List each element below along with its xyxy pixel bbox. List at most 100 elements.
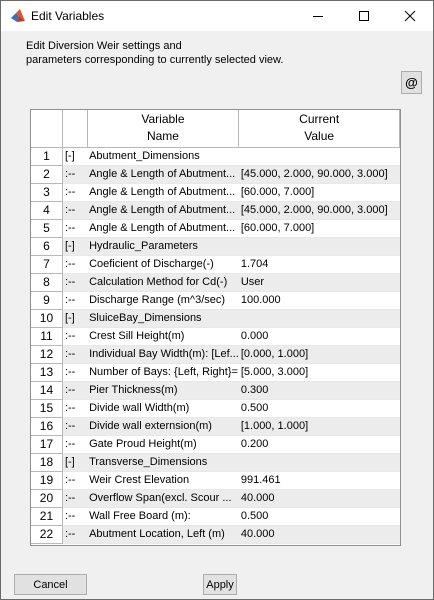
cancel-button[interactable]: Cancel <box>14 574 87 595</box>
tree-toggle[interactable]: :-- <box>62 471 88 490</box>
variable-name-cell: Divide wall externsion(m) <box>87 417 239 436</box>
value-cell[interactable]: 0.000 <box>238 327 400 346</box>
close-button[interactable] <box>387 1 433 31</box>
value-cell[interactable] <box>238 147 400 166</box>
table-row[interactable]: 11:-- Crest Sill Height(m) 0.000 <box>31 327 400 346</box>
window-title: Edit Variables <box>31 9 105 23</box>
tree-toggle[interactable]: :-- <box>62 165 88 184</box>
table-row[interactable]: 2:-- Angle & Length of Abutment... [45.000… <box>31 165 400 184</box>
variable-name-cell: SluiceBay_Dimensions <box>87 309 239 328</box>
table-row[interactable]: 9:-- Discharge Range (m^3/sec) 100.000 <box>31 291 400 310</box>
tree-toggle[interactable]: :-- <box>62 381 88 400</box>
tree-toggle[interactable]: [-] <box>62 147 88 166</box>
tree-toggle[interactable]: :-- <box>62 291 88 310</box>
maximize-button[interactable] <box>341 1 387 31</box>
table-row[interactable]: 17:-- Gate Proud Height(m) 0.200 <box>31 435 400 454</box>
table-row[interactable]: 6 [-] Hydraulic_Parameters <box>31 237 400 256</box>
row-number: 6 <box>31 237 63 256</box>
variable-name-header[interactable]: Variable Name <box>87 110 240 148</box>
value-cell[interactable]: User <box>238 273 400 292</box>
value-cell[interactable] <box>238 453 400 472</box>
tree-toggle[interactable]: :-- <box>62 417 88 436</box>
table-row[interactable]: 14:-- Pier Thickness(m) 0.300 <box>31 381 400 400</box>
value-cell[interactable] <box>238 237 400 256</box>
row-number: 14 <box>31 381 63 400</box>
value-cell[interactable]: 40.000 <box>238 489 400 508</box>
tree-toggle[interactable]: :-- <box>62 399 88 418</box>
at-button[interactable]: @ <box>401 71 422 94</box>
table-row[interactable]: 20:-- Overflow Span(excl. Scour ... 40.000 <box>31 489 400 508</box>
tree-toggle[interactable]: :-- <box>62 273 88 292</box>
table-body: 1 [-] Abutment_Dimensions 2:-- Angle & Lengt… <box>31 147 400 544</box>
tree-toggle[interactable]: [-] <box>62 309 88 328</box>
table-row[interactable]: 7:-- Coeficient of Discharge(-) 1.704 <box>31 255 400 274</box>
table-row[interactable]: 21:-- Wall Free Board (m): 0.500 <box>31 507 400 526</box>
tree-toggle[interactable]: :-- <box>62 363 88 382</box>
table-header: Variable Name Current Value <box>31 110 400 148</box>
row-number: 19 <box>31 471 63 490</box>
close-icon <box>404 10 416 22</box>
description-text: Edit Diversion Weir settings and paramet… <box>26 40 284 66</box>
row-number: 16 <box>31 417 63 436</box>
table-row[interactable]: 1 [-] Abutment_Dimensions <box>31 147 400 166</box>
table-row[interactable]: 5:-- Angle & Length of Abutment... [60.000… <box>31 219 400 238</box>
tree-toggle[interactable]: :-- <box>62 219 88 238</box>
variable-name-cell: Angle & Length of Abutment... <box>87 219 239 238</box>
variable-name-cell: Number of Bays: {Left, Right}= <box>87 363 239 382</box>
value-cell[interactable]: [45.000, 2.000, 90.000, 3.000] <box>238 201 400 220</box>
table-row[interactable]: 8:-- Calculation Method for Cd(-) User <box>31 273 400 292</box>
row-number: 18 <box>31 453 63 472</box>
tree-toggle[interactable]: :-- <box>62 327 88 346</box>
table-row[interactable]: 16:-- Divide wall externsion(m) [1.000, 1.… <box>31 417 400 436</box>
table-row[interactable]: 4:-- Angle & Length of Abutment... [45.000… <box>31 201 400 220</box>
tree-toggle[interactable]: :-- <box>62 507 88 526</box>
apply-button[interactable]: Apply <box>203 574 237 595</box>
variables-table[interactable]: Variable Name Current Value 1 [-] Abutment_D… <box>30 109 401 546</box>
tree-toggle[interactable]: :-- <box>62 183 88 202</box>
table-row[interactable]: 12:-- Individual Bay Width(m): [Lef... [0.… <box>31 345 400 364</box>
value-cell[interactable]: [5.000, 3.000] <box>238 363 400 382</box>
value-cell[interactable]: 0.500 <box>238 507 400 526</box>
tree-toggle[interactable]: :-- <box>62 525 88 544</box>
tree-toggle[interactable]: :-- <box>62 489 88 508</box>
minimize-button[interactable] <box>295 1 341 31</box>
table-row[interactable]: 18 [-] Transverse_Dimensions <box>31 453 400 472</box>
value-cell[interactable]: 0.200 <box>238 435 400 454</box>
value-cell[interactable]: 100.000 <box>238 291 400 310</box>
table-row[interactable]: 19:-- Weir Crest Elevation 991.461 <box>31 471 400 490</box>
matlab-icon <box>10 8 26 24</box>
title-bar[interactable]: Edit Variables <box>1 1 433 31</box>
table-row[interactable]: 22:-- Abutment Location, Left (m) 40.000 <box>31 525 400 544</box>
table-row[interactable]: 10 [-] SluiceBay_Dimensions <box>31 309 400 328</box>
value-cell[interactable]: 0.300 <box>238 381 400 400</box>
tree-toggle[interactable]: :-- <box>62 435 88 454</box>
tree-toggle[interactable]: :-- <box>62 201 88 220</box>
value-cell[interactable]: [60.000, 7.000] <box>238 183 400 202</box>
variable-name-cell: Gate Proud Height(m) <box>87 435 239 454</box>
value-cell[interactable]: 1.704 <box>238 255 400 274</box>
table-row[interactable]: 3:-- Angle & Length of Abutment... [60.000… <box>31 183 400 202</box>
table-row[interactable]: 13:-- Number of Bays: {Left, Right}= [5.00… <box>31 363 400 382</box>
row-number: 9 <box>31 291 63 310</box>
value-cell[interactable]: [1.000, 1.000] <box>238 417 400 436</box>
tree-toggle[interactable]: [-] <box>62 237 88 256</box>
tree-toggle[interactable]: :-- <box>62 255 88 274</box>
value-cell[interactable] <box>238 309 400 328</box>
row-number: 1 <box>31 147 63 166</box>
value-cell[interactable]: 40.000 <box>238 525 400 544</box>
row-number: 4 <box>31 201 63 220</box>
current-value-header[interactable]: Current Value <box>238 110 400 148</box>
tree-toggle[interactable]: [-] <box>62 453 88 472</box>
variable-name-cell: Angle & Length of Abutment... <box>87 201 239 220</box>
value-cell[interactable]: [60.000, 7.000] <box>238 219 400 238</box>
row-number: 10 <box>31 309 63 328</box>
row-number: 5 <box>31 219 63 238</box>
value-cell[interactable]: 0.500 <box>238 399 400 418</box>
value-cell[interactable]: 991.461 <box>238 471 400 490</box>
tree-toggle[interactable]: :-- <box>62 345 88 364</box>
value-cell[interactable]: [45.000, 2.000, 90.000, 3.000] <box>238 165 400 184</box>
variable-name-cell: Coeficient of Discharge(-) <box>87 255 239 274</box>
variable-name-cell: Overflow Span(excl. Scour ... <box>87 489 239 508</box>
value-cell[interactable]: [0.000, 1.000] <box>238 345 400 364</box>
table-row[interactable]: 15:-- Divide wall Width(m) 0.500 <box>31 399 400 418</box>
